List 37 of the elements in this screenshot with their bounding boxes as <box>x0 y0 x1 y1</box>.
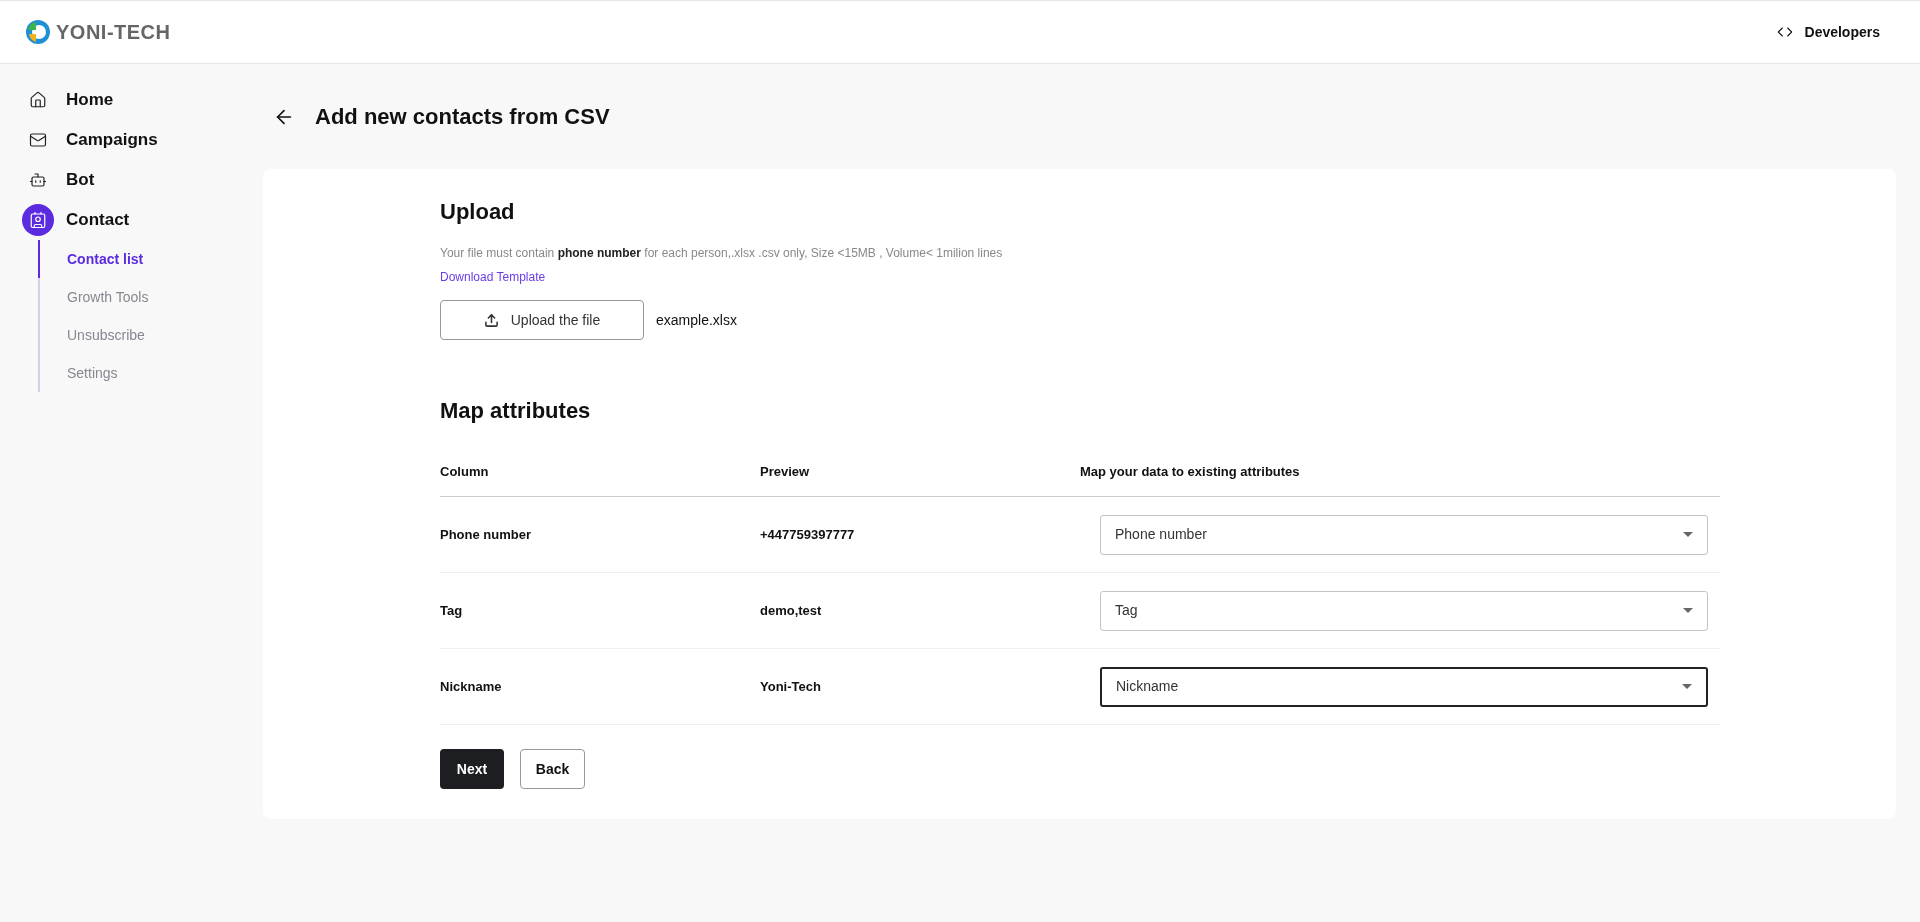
next-button[interactable]: Next <box>440 749 504 789</box>
caret-icon <box>1683 532 1693 537</box>
caret-icon <box>1682 684 1692 689</box>
code-icon <box>1776 24 1793 40</box>
sidebar-subitem[interactable]: Settings <box>38 354 263 392</box>
contact-book-icon <box>22 204 54 236</box>
sidebar-item[interactable]: Bot <box>22 160 263 200</box>
table-cell-text: Nickname <box>440 677 503 696</box>
sidebar-subitem[interactable]: Growth Tools <box>38 278 263 316</box>
section-title: Upload <box>440 198 516 226</box>
sidebar-item[interactable]: Contact <box>22 200 263 240</box>
file-name: example.xlsx <box>656 310 737 330</box>
table-cell-text: Yoni-Tech <box>760 677 822 696</box>
download-template-link[interactable]: Download Template <box>440 268 546 286</box>
page-title: Add new contacts from CSV <box>315 103 610 131</box>
logo-icon <box>24 18 52 46</box>
table-cell-text: Tag <box>440 601 464 620</box>
column-header: Column <box>440 462 490 481</box>
sidebar-subitem[interactable]: Unsubscribe <box>38 316 263 354</box>
table-cell-text: +447759397777 <box>760 525 856 544</box>
attribute-select[interactable]: Nickname <box>1100 666 1708 707</box>
column-header: Preview <box>760 462 811 481</box>
upload-icon <box>483 312 499 328</box>
attribute-select[interactable]: Phone number <box>1100 514 1708 555</box>
attribute-select[interactable]: Tag <box>1100 590 1708 631</box>
upload-button[interactable]: Upload the file <box>440 300 644 340</box>
section-title: Map attributes <box>440 397 592 425</box>
developers-link[interactable]: Developers <box>1776 21 1880 43</box>
caret-icon <box>1683 608 1693 613</box>
logo-text: YONI-TECH <box>56 20 171 45</box>
sidebar-item[interactable]: Campaigns <box>22 120 263 160</box>
back-button[interactable]: Back <box>520 749 585 789</box>
table-cell-text: Phone number <box>440 525 532 544</box>
sidebar-item[interactable]: Home <box>22 80 263 120</box>
column-header: Map your data to existing attributes <box>1080 462 1300 481</box>
table-cell-text: demo,test <box>760 601 823 620</box>
upload-hint: Your file must contain phone number for each person,.xlsx .csv only, Size <15MB , Volume< 1milion lines <box>440 245 1004 262</box>
